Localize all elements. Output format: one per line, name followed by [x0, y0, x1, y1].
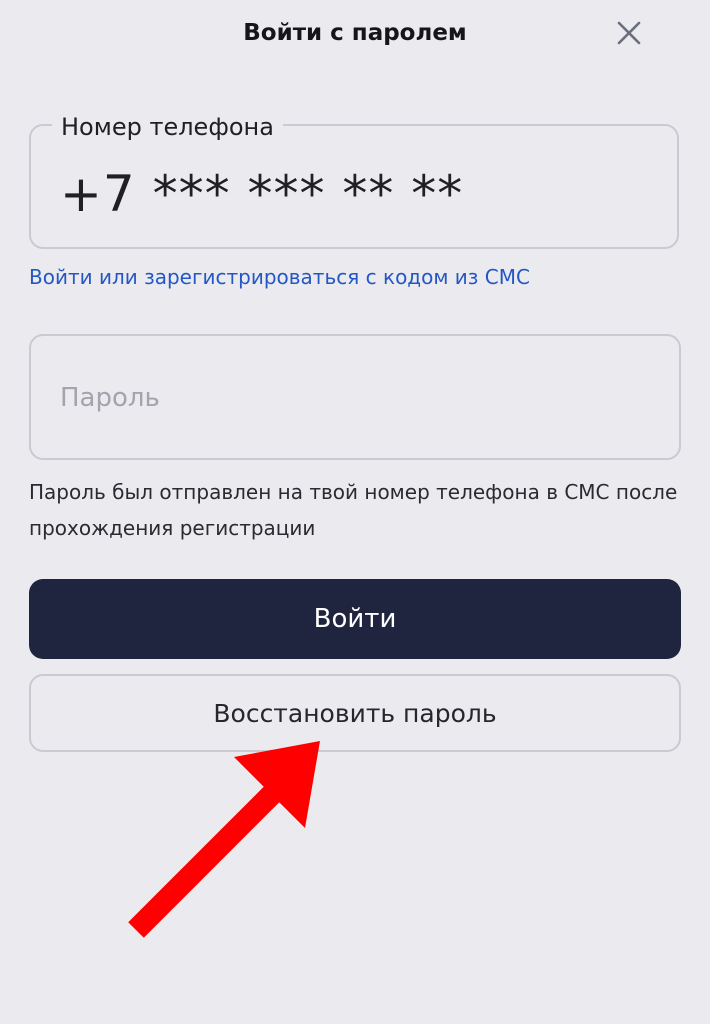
password-hint: Пароль был отправлен на твой номер телеф…: [29, 480, 678, 540]
password-input[interactable]: [60, 380, 640, 416]
sms-login-link[interactable]: Войти или зарегистрироваться с кодом из …: [29, 262, 530, 292]
phone-field-value: +7 *** *** ** **: [60, 165, 464, 223]
restore-password-button[interactable]: Восстановить пароль: [29, 674, 681, 752]
password-field[interactable]: [29, 334, 681, 460]
phone-field[interactable]: Номер телефона +7 *** *** ** **: [29, 112, 679, 249]
login-button[interactable]: Войти: [29, 579, 681, 659]
close-button[interactable]: [612, 16, 646, 50]
close-icon: [617, 21, 641, 45]
phone-field-label: Номер телефона: [52, 112, 283, 142]
page-title: Войти с паролем: [243, 20, 467, 46]
